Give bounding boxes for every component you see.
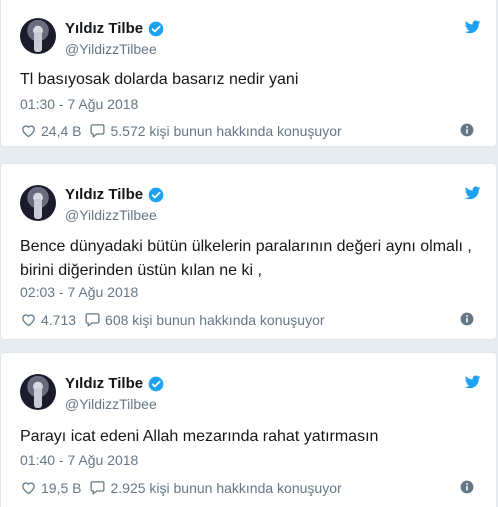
display-name[interactable]: Yıldız Tilbe [65, 375, 143, 392]
tweet-card[interactable]: Yıldız Tilbe @YildizzTilbee Tl basıyosak… [0, 0, 497, 147]
handle[interactable]: @YildizzTilbee [65, 41, 157, 57]
conversation-count[interactable]: 608 kişi bunun hakkında konuşuyor [105, 312, 324, 328]
heart-icon[interactable] [20, 311, 37, 328]
handle[interactable]: @YildizzTilbee [65, 207, 157, 223]
tweet-card[interactable]: Yıldız Tilbe @YildizzTilbee Bence dünyad… [0, 163, 497, 340]
info-icon[interactable] [460, 123, 474, 137]
verified-badge-icon [148, 376, 164, 391]
tweet-card[interactable]: Yıldız Tilbe @YildizzTilbee Parayı icat … [0, 352, 497, 507]
speech-bubble-icon[interactable] [89, 122, 106, 139]
timestamp[interactable]: 01:40 - 7 Ağu 2018 [20, 452, 138, 468]
conversation-count[interactable]: 5.572 kişi bunun hakkında konuşuyor [110, 123, 341, 139]
timestamp[interactable]: 01:30 - 7 Ağu 2018 [20, 96, 138, 112]
tweet-text: Parayı icat edeni Allah mezarında rahat … [20, 428, 379, 445]
heart-icon[interactable] [20, 479, 37, 496]
avatar[interactable] [20, 18, 56, 54]
like-count: 4.713 [41, 311, 77, 328]
avatar[interactable] [20, 185, 56, 221]
handle[interactable]: @YildizzTilbee [65, 396, 157, 412]
verified-badge-icon [148, 187, 164, 202]
twitter-bird-icon[interactable] [464, 185, 482, 201]
like-count: 19,5 B [41, 479, 82, 496]
speech-bubble-icon[interactable] [89, 479, 106, 496]
avatar[interactable] [20, 374, 56, 410]
display-name[interactable]: Yıldız Tilbe [65, 20, 143, 37]
verified-badge-icon [148, 21, 164, 36]
display-name[interactable]: Yıldız Tilbe [65, 186, 143, 203]
info-icon[interactable] [460, 312, 474, 326]
like-count: 24,4 B [41, 122, 82, 139]
heart-icon[interactable] [20, 122, 37, 139]
speech-bubble-icon[interactable] [84, 311, 101, 328]
conversation-count[interactable]: 2.925 kişi bunun hakkında konuşuyor [110, 480, 341, 496]
twitter-bird-icon[interactable] [464, 19, 482, 35]
twitter-bird-icon[interactable] [464, 374, 482, 390]
info-icon[interactable] [460, 480, 474, 494]
tweet-text: Tl basıyosak dolarda basarız nedir yani [20, 71, 299, 88]
tweet-text: Bence dünyadaki bütün ülkelerin paraları… [20, 238, 472, 279]
timestamp[interactable]: 02:03 - 7 Ağu 2018 [20, 284, 138, 300]
